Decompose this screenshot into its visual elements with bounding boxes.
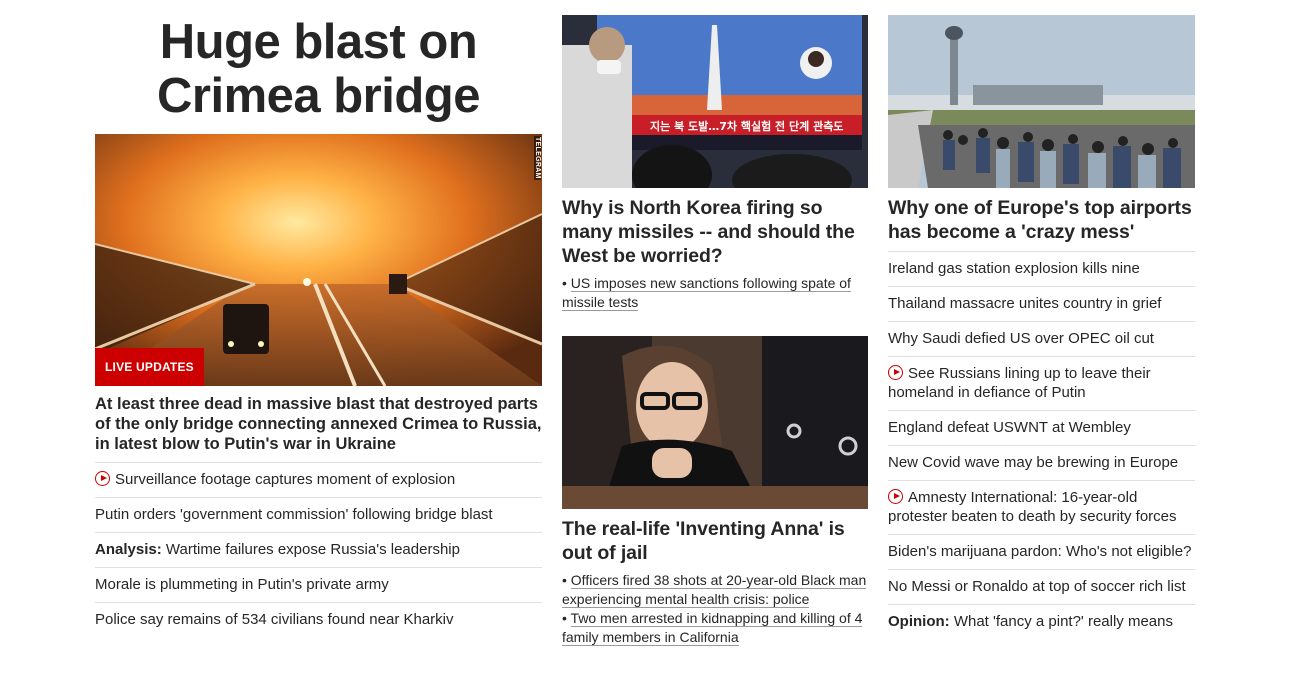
link-text[interactable]: England defeat USWNT at Wembley [888, 419, 1131, 436]
telegram-watermark: TELEGRAM [534, 136, 541, 180]
inventing-anna-image[interactable] [562, 336, 868, 509]
link-text[interactable]: New Covid wave may be brewing in Europe [888, 454, 1178, 471]
list-item[interactable]: See Russians lining up to leave their ho… [888, 356, 1195, 410]
link-text[interactable]: Police say remains of 534 civilians foun… [95, 611, 454, 628]
link-text[interactable]: Ireland gas station explosion kills nine [888, 260, 1140, 277]
list-item[interactable]: Why Saudi defied US over OPEC oil cut [888, 321, 1195, 356]
airport-queue-image [888, 15, 1195, 188]
list-item[interactable]: Morale is plummeting in Putin's private … [95, 567, 542, 602]
list-item[interactable]: Thailand massacre unites country in grie… [888, 286, 1195, 321]
list-item[interactable]: Amnesty International: 16-year-old prote… [888, 480, 1195, 534]
list-item[interactable]: England defeat USWNT at Wembley [888, 410, 1195, 445]
link-text[interactable]: Biden's marijuana pardon: Who's not elig… [888, 543, 1191, 560]
list-item[interactable]: Putin orders 'government commission' fol… [95, 497, 542, 532]
play-circle-icon [888, 365, 903, 380]
link-text[interactable]: Thailand massacre unites country in grie… [888, 295, 1161, 312]
link-prefix: Analysis: [95, 541, 162, 558]
live-updates-badge[interactable]: LIVE UPDATES [95, 348, 204, 386]
play-circle-icon [95, 471, 110, 486]
link-text[interactable]: See Russians lining up to leave their ho… [888, 365, 1151, 401]
column-2: 지는 북 도발…7차 핵실험 전 단계 관측도 Why is North Kor… [562, 0, 868, 647]
list-item[interactable]: Opinion: What 'fancy a pint?' really mea… [888, 604, 1195, 639]
link-text[interactable]: Amnesty International: 16-year-old prote… [888, 489, 1177, 525]
lead-story: Huge blast on Crimea bridge LIVE UPDATES… [95, 0, 542, 637]
lead-headline-line1: Huge blast on [159, 15, 478, 69]
link-prefix: Opinion: [888, 613, 950, 630]
story-title[interactable]: Why is North Korea firing so many missil… [562, 196, 868, 268]
list-item[interactable]: • US imposes new sanctions following spa… [562, 274, 868, 312]
story-sub-links: • Officers fired 38 shots at 20-year-old… [562, 571, 868, 647]
lead-title[interactable]: At least three dead in massive blast tha… [95, 394, 542, 454]
link-text[interactable]: Morale is plummeting in Putin's private … [95, 576, 389, 593]
link-text[interactable]: Wartime failures expose Russia's leaders… [166, 541, 460, 558]
list-item[interactable]: Analysis: Wartime failures expose Russia… [95, 532, 542, 567]
airport-image[interactable] [888, 15, 1195, 188]
link-text[interactable]: What 'fancy a pint?' really means [954, 613, 1173, 630]
north-korea-image[interactable]: 지는 북 도발…7차 핵실험 전 단계 관측도 [562, 15, 868, 188]
list-item[interactable]: Biden's marijuana pardon: Who's not elig… [888, 534, 1195, 569]
lead-headline[interactable]: Huge blast on Crimea bridge [95, 15, 542, 123]
list-item[interactable]: Police say remains of 534 civilians foun… [95, 602, 542, 637]
link-text[interactable]: Officers fired 38 shots at 20-year-old B… [562, 572, 867, 608]
lead-image[interactable]: LIVE UPDATES TELEGRAM [95, 134, 542, 386]
tv-broadcast-image: 지는 북 도발…7차 핵실험 전 단계 관측도 [562, 15, 868, 188]
list-item[interactable]: New Covid wave may be brewing in Europe [888, 445, 1195, 480]
list-item[interactable]: Ireland gas station explosion kills nine [888, 251, 1195, 286]
link-text[interactable]: Why Saudi defied US over OPEC oil cut [888, 330, 1154, 347]
story-card: 지는 북 도발…7차 핵실험 전 단계 관측도 Why is North Kor… [562, 15, 868, 312]
link-text[interactable]: No Messi or Ronaldo at top of soccer ric… [888, 578, 1186, 595]
list-item[interactable]: • Officers fired 38 shots at 20-year-old… [562, 571, 868, 609]
list-item[interactable]: No Messi or Ronaldo at top of soccer ric… [888, 569, 1195, 604]
play-circle-icon [888, 489, 903, 504]
list-item[interactable]: • Two men arrested in kidnapping and kil… [562, 609, 868, 647]
headline-list: Ireland gas station explosion kills nine… [888, 251, 1195, 639]
lead-headline-line2: Crimea bridge [157, 69, 480, 123]
story-title[interactable]: Why one of Europe's top airports has bec… [888, 196, 1195, 244]
story-title[interactable]: The real-life 'Inventing Anna' is out of… [562, 517, 868, 565]
story-card: The real-life 'Inventing Anna' is out of… [562, 336, 868, 647]
courtroom-image [562, 336, 868, 509]
story-sub-links: • US imposes new sanctions following spa… [562, 274, 868, 312]
link-text[interactable]: Putin orders 'government commission' fol… [95, 506, 493, 523]
list-item[interactable]: Surveillance footage captures moment of … [95, 462, 542, 497]
tv-caption: 지는 북 도발…7차 핵실험 전 단계 관측도 [650, 119, 843, 133]
column-3: Why one of Europe's top airports has bec… [888, 0, 1195, 639]
link-text[interactable]: US imposes new sanctions following spate… [562, 275, 851, 311]
link-text[interactable]: Surveillance footage captures moment of … [115, 471, 455, 488]
link-text[interactable]: Two men arrested in kidnapping and killi… [562, 610, 863, 646]
lead-related-links: Surveillance footage captures moment of … [95, 462, 542, 637]
